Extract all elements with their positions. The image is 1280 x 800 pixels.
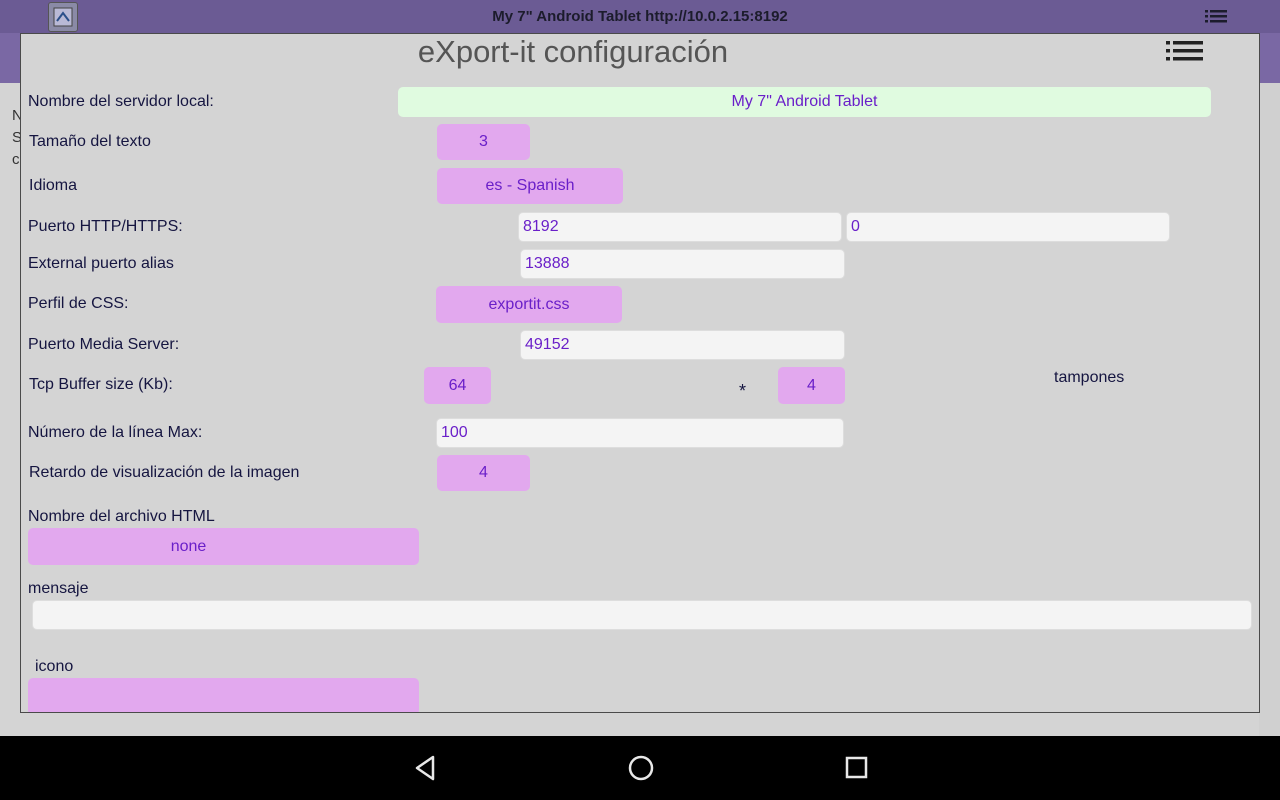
language-label: Idioma xyxy=(29,177,78,194)
buffers-label: tampones xyxy=(1054,369,1125,386)
server-name-input[interactable]: My 7" Android Tablet xyxy=(398,87,1211,117)
max-lines-input[interactable]: 100 xyxy=(436,418,844,448)
home-icon[interactable] xyxy=(627,754,655,787)
back-icon[interactable] xyxy=(413,754,437,787)
http-port-input[interactable]: 8192 xyxy=(518,212,842,242)
media-port-label: Puerto Media Server: xyxy=(28,336,180,353)
tcp-buffer-size-button[interactable]: 64 xyxy=(424,367,491,404)
css-profile-label: Perfil de CSS: xyxy=(28,295,129,312)
https-port-input[interactable]: 0 xyxy=(846,212,1170,242)
tcp-buffer-count-button[interactable]: 4 xyxy=(778,367,845,404)
multiply-sign: * xyxy=(739,381,747,401)
message-label: mensaje xyxy=(28,580,89,597)
media-port-input[interactable]: 49152 xyxy=(520,330,845,360)
icon-button[interactable] xyxy=(28,678,419,712)
external-port-label: External puerto alias xyxy=(28,255,174,272)
html-file-button[interactable]: none xyxy=(28,528,419,565)
config-dialog: eXport-it configuración Nombre del servi… xyxy=(20,33,1260,713)
navigation-bar xyxy=(0,736,1280,800)
html-file-label: Nombre del archivo HTML xyxy=(28,508,215,525)
tcp-buffer-label: Tcp Buffer size (Kb): xyxy=(29,376,173,393)
text-size-button[interactable]: 3 xyxy=(437,124,530,160)
css-profile-button[interactable]: exportit.css xyxy=(436,286,622,323)
image-delay-button[interactable]: 4 xyxy=(437,455,530,491)
list-menu-icon[interactable] xyxy=(1166,40,1204,67)
dialog-title: eXport-it configuración xyxy=(417,34,729,69)
external-port-input[interactable]: 13888 xyxy=(520,249,845,279)
max-lines-label: Número de la línea Max: xyxy=(28,424,203,441)
message-input[interactable] xyxy=(32,600,1252,630)
hamburger-list-icon[interactable] xyxy=(1205,9,1227,30)
language-button[interactable]: es - Spanish xyxy=(437,168,623,204)
server-name-label: Nombre del servidor local: xyxy=(28,93,214,110)
recents-icon[interactable] xyxy=(844,754,870,787)
icon-label: icono xyxy=(35,658,74,675)
http-port-label: Puerto HTTP/HTTPS: xyxy=(28,218,183,235)
text-size-label: Tamaño del texto xyxy=(29,133,151,150)
status-bar-title: My 7" Android Tablet http://10.0.2.15:81… xyxy=(492,8,788,25)
background-edge xyxy=(1259,83,1280,736)
image-delay-label: Retardo de visualización de la imagen xyxy=(29,464,300,481)
status-bar: My 7" Android Tablet http://10.0.2.15:81… xyxy=(0,0,1280,33)
